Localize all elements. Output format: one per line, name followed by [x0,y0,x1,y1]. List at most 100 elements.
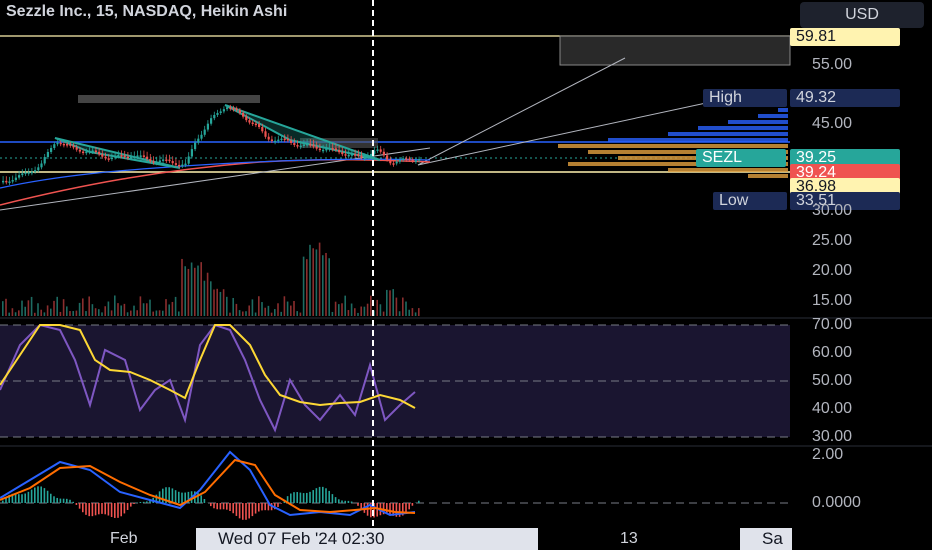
volume-bar [14,312,17,316]
volume-bar [149,299,151,316]
volume-bar [312,248,314,316]
volume-bar [418,308,420,316]
volume-bar [386,289,388,316]
volume-bar [379,304,382,316]
macd-hist-bar [222,503,225,510]
volume-bar [117,303,119,316]
rsi-tick: 30.00 [812,428,853,445]
macd-hist-bar [18,494,20,503]
volume-bar [165,299,167,316]
rsi-tick: 40.00 [812,400,853,417]
volume-bar [411,308,414,316]
volume-bar [258,296,260,316]
macd-hist-bar [110,503,113,517]
macd-hist-bar [245,503,247,520]
macd-hist-bar [91,503,94,517]
volume-bar [114,295,116,316]
pattern-right [224,104,381,161]
volume-bar [123,303,126,316]
currency-button[interactable]: USD [800,2,924,28]
volume-bar [213,289,215,316]
volume-bar [350,303,353,316]
macd-hist-bar [251,503,254,517]
macd-hist-bar [62,498,65,503]
volume-bar [91,304,94,316]
macd-hist-bar [50,493,52,503]
macd-hist-bar [2,500,4,503]
macd-hist-bar [133,503,135,504]
volume-bar [347,310,350,316]
volume-bar [46,305,49,316]
volume-bar [43,312,46,316]
macd-hist-bar [258,503,260,512]
volume-bar [56,296,58,316]
macd-hist-bar [104,503,106,515]
volume-bar [88,296,90,316]
volume-bars [2,242,420,316]
macd-hist-bar [46,490,49,503]
volume-bar [110,310,113,316]
volume-bar [27,300,30,316]
macd-hist-bar [203,499,206,503]
volume-bar [2,301,4,316]
macd-hist-bar [24,493,26,503]
macd-hist-bar [130,503,132,507]
volume-bar [62,299,65,316]
macd-hist-bar [200,495,202,503]
macd-hist-bar [344,500,346,503]
price-label-top: 59.81 [790,28,900,46]
volume-bar [120,305,122,316]
macd-hist-bar [69,499,71,503]
macd-hist-bar [229,503,231,511]
price-tick: 25.00 [812,232,853,249]
volume-bar [72,311,74,316]
volume-bar [34,312,36,316]
macd-hist-bar [306,492,308,503]
volume-bar [274,309,276,316]
macd-hist-bar [408,503,410,510]
macd-hist-bar [312,490,314,503]
volume-bar [254,312,257,316]
macd-hist-bar [328,490,330,503]
macd-hist-bar [290,493,292,503]
volume-bar [293,300,295,316]
volume-bar [354,308,356,316]
macd-hist-bar [98,503,100,515]
macd-hist-bar [107,503,110,516]
volume-bar [331,311,334,316]
volume-bar [178,311,180,316]
macd-hist-bar [238,503,241,519]
volume-bar [11,308,14,316]
volume-bar [107,301,110,316]
volume-bar [136,310,138,316]
volume-bar [392,289,394,316]
macd-hist-bar [117,503,119,518]
price-tick: 45.00 [812,115,853,132]
volume-bar [248,305,250,316]
chart-stage[interactable]: Sezzle Inc., 15, NASDAQ, Heikin Ashi USD… [0,0,932,550]
high-label: High [703,89,787,107]
volume-bar [360,306,362,316]
volume-bar [242,311,244,316]
volume-bar [338,304,340,316]
macd-hist-bar [299,492,302,503]
volume-bar [405,301,407,316]
macd-hist-bar [338,499,340,503]
volume-bar [168,304,170,316]
volume-bar [408,309,410,316]
macd-hist-bar [405,503,407,513]
time-label-right: Sa [740,528,792,550]
macd-hist-bar [389,503,391,515]
drawing-rect-top [559,35,791,66]
volume-bar [133,305,135,316]
volume-bar [328,258,330,316]
volume-bar [130,310,132,316]
low-label: Low [713,192,787,210]
chart-canvas[interactable] [0,0,932,550]
volume-bar [226,296,228,316]
volume-bar [206,272,209,316]
macd-hist-bar [72,501,74,503]
macd-hist-bar [126,503,129,510]
macd-hist-bar [418,500,420,503]
volume-bar [171,301,174,316]
